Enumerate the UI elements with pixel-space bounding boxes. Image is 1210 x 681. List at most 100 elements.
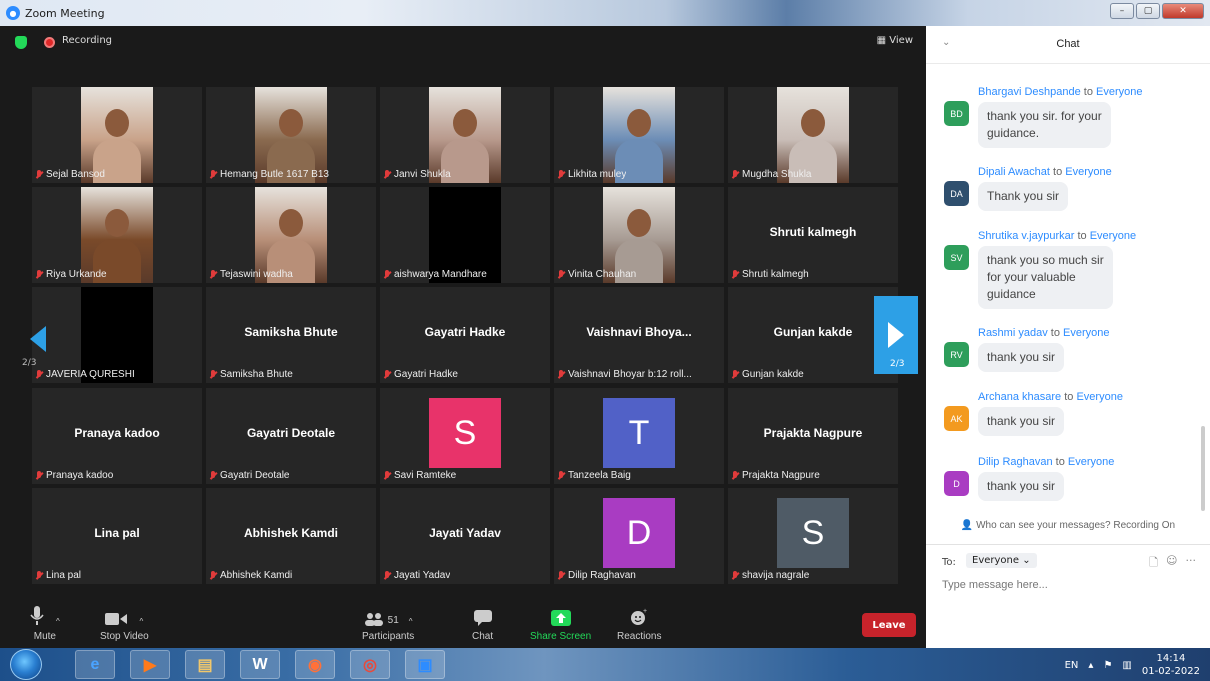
chat-sender[interactable]: Dipali Awachat [978,166,1050,178]
participant-avatar: D [603,498,675,568]
maximize-button[interactable]: ▢ [1136,3,1160,19]
chat-sender[interactable]: Rashmi yadav [978,327,1048,339]
clock[interactable]: 14:14 01-02-2022 [1142,652,1200,678]
participant-name-label: Savi Ramteke [383,470,456,481]
participant-name-text: Shruti kalmegh [742,269,809,280]
chat-sender[interactable]: Shrutika v.jaypurkar [978,230,1074,242]
chat-sender[interactable]: Dilip Raghavan [978,456,1053,468]
participant-tile[interactable]: Mugdha Shukla [728,87,898,183]
participant-name-text: Vaishnavi Bhoyar b:12 roll... [568,369,692,380]
participant-tile[interactable]: D Dilip Raghavan [554,488,724,584]
participant-tile[interactable]: S Savi Ramteke [380,388,550,484]
participant-name-label: Abhishek Kamdi [209,570,292,581]
participant-tile[interactable]: Gayatri Hadke Gayatri Hadke [380,287,550,383]
stop-video-button[interactable]: ^ Stop Video [100,606,149,642]
close-window-button[interactable]: ✕ [1162,3,1204,19]
participant-face [453,109,477,137]
tray-arrow-icon[interactable]: ▴ [1088,660,1093,671]
participant-tile[interactable]: Abhishek Kamdi Abhishek Kamdi [206,488,376,584]
participant-tile[interactable]: Shruti kalmegh Shruti kalmegh [728,187,898,283]
participant-display-name: Prajakta Nagpure [763,426,863,440]
network-icon[interactable]: ▥ [1122,660,1131,671]
media-player-icon[interactable]: ▶ [130,650,170,679]
muted-microphone-icon [209,169,217,180]
participant-name-text: JAVERIA QURESHI [46,369,135,380]
share-screen-button[interactable]: Share Screen [530,606,591,642]
participant-tile[interactable]: Sshavija nagrale [728,488,898,584]
view-label: View [889,35,913,46]
chrome-icon[interactable]: ◎ [350,650,390,679]
flag-icon[interactable]: ⚑ [1103,660,1112,671]
reactions-button[interactable]: + Reactions [617,606,661,642]
participant-tile[interactable]: Jayati Yadav Jayati Yadav [380,488,550,584]
to-label: To: [942,557,956,568]
chat-message-line: guidance [987,287,1036,301]
participant-tile[interactable]: Lina pal Lina pal [32,488,202,584]
chat-sender-line: Bhargavi Deshpande to Everyone [978,86,1143,98]
participant-face [627,209,651,237]
participant-name-text: Vinita Chauhan [568,269,637,280]
internet-explorer-icon[interactable]: e [75,650,115,679]
participant-tile[interactable]: Prajakta Nagpure Prajakta Nagpure [728,388,898,484]
file-icon[interactable]: 🗋 [1149,554,1158,573]
participants-button[interactable]: 51 ^ Participants [362,606,414,642]
mute-button[interactable]: ^ Mute [30,606,60,642]
participant-name-text: Hemang Butle 1617 B13 [220,169,329,180]
leave-button[interactable]: Leave [862,613,916,637]
language-indicator[interactable]: EN [1065,660,1079,671]
participant-display-name: Vaishnavi Bhoya... [586,325,692,339]
firefox-icon[interactable]: ◉ [295,650,335,679]
participant-face [627,109,651,137]
participant-tile[interactable]: aishwarya Mandhare [380,187,550,283]
participant-tile[interactable]: Tejaswini wadha [206,187,376,283]
minimize-button[interactable]: – [1110,3,1134,19]
participant-tile[interactable]: Vinita Chauhan [554,187,724,283]
file-explorer-icon[interactable]: ▤ [185,650,225,679]
participant-tile[interactable]: Samiksha Bhute Samiksha Bhute [206,287,376,383]
participant-tile[interactable]: Likhita muley [554,87,724,183]
participant-name-label: Jayati Yadav [383,570,450,581]
participant-tile[interactable]: Riya Urkande [32,187,202,283]
zoom-taskbar-icon[interactable]: ▣ [405,650,445,679]
emoji-icon[interactable]: ☺ [1166,554,1177,573]
participant-tile[interactable]: Gayatri Deotale Gayatri Deotale [206,388,376,484]
participant-avatar: S [429,398,501,468]
recipient-dropdown[interactable]: Everyone ⌄ [966,553,1037,568]
meeting-toolbar: ^ Mute ^ Stop Video 51 ^ Participants Cha… [0,606,926,648]
participant-name-label: Pranaya kadoo [35,470,113,481]
chat-label: Chat [472,631,494,642]
chat-sender-avatar: AK [944,406,969,431]
participant-tile[interactable]: Pranaya kadoo Pranaya kadoo [32,388,202,484]
chat-sender[interactable]: Bhargavi Deshpande [978,86,1081,98]
muted-microphone-icon [35,269,43,280]
video-caret-icon[interactable]: ^ [139,617,143,626]
participant-name-text: Gayatri Hadke [394,369,458,380]
start-button[interactable] [10,649,42,680]
more-icon[interactable]: ··· [1186,554,1197,573]
chat-sender-line: Shrutika v.jaypurkar to Everyone [978,230,1136,242]
participants-caret-icon[interactable]: ^ [409,617,413,626]
chat-visibility-notice[interactable]: 👤 Who can see your messages? Recording O… [926,520,1210,531]
participant-tile[interactable]: Sejal Bansod [32,87,202,183]
participant-tile[interactable]: Janvi Shukla [380,87,550,183]
participant-name-text: Janvi Shukla [394,169,451,180]
view-button[interactable]: ▦ View [877,35,913,46]
participant-name-label: Gayatri Hadke [383,369,458,380]
security-shield-icon[interactable] [15,36,27,49]
muted-microphone-icon [557,269,565,280]
word-icon[interactable]: W [240,650,280,679]
svg-text:+: + [643,608,647,615]
muted-microphone-icon [731,169,739,180]
participant-tile[interactable]: Hemang Butle 1617 B13 [206,87,376,183]
chat-header: ⌄ Chat [926,26,1210,64]
participant-name-label: Janvi Shukla [383,169,451,180]
participant-tile[interactable]: Vaishnavi Bhoya... Vaishnavi Bhoyar b:12 … [554,287,724,383]
participant-tile[interactable]: T Tanzeela Baig [554,388,724,484]
mute-caret-icon[interactable]: ^ [56,617,60,626]
message-input[interactable]: Type message here... [942,579,1048,591]
chat-button[interactable]: Chat [472,606,493,642]
chat-sender[interactable]: Archana khasare [978,391,1061,403]
participant-tile[interactable]: Gunjan kakde Gunjan kakde [728,287,898,383]
chat-scrollbar[interactable] [1201,426,1205,511]
left-arrow-icon [30,326,46,352]
